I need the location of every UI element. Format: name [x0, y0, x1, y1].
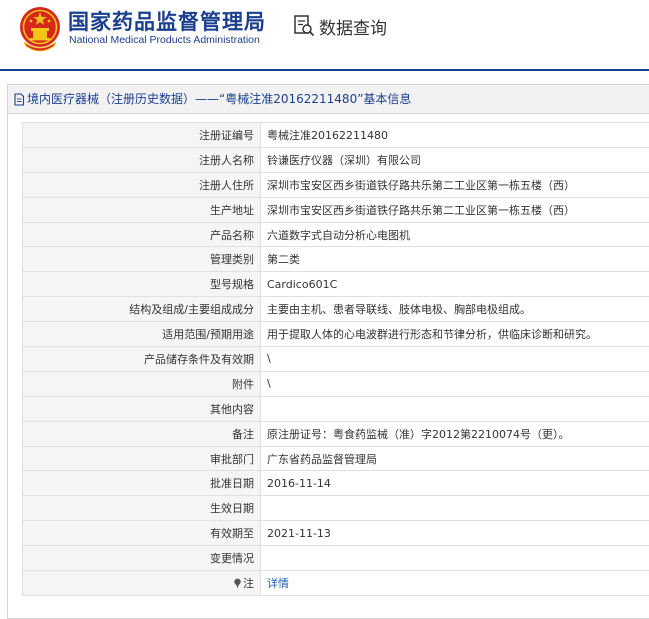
table-row: 附件 \: [22, 370, 649, 397]
table-row: 变更情况: [22, 545, 649, 572]
table-row: 注册人住所 深圳市宝安区西乡街道铁仔路共乐第二工业区第一栋五楼（西）: [22, 171, 649, 198]
table-row: 生产地址 深圳市宝安区西乡街道铁仔路共乐第二工业区第一栋五楼（西）: [22, 196, 649, 223]
table-row: 其他内容: [22, 395, 649, 422]
row-label: 生效日期: [22, 495, 261, 522]
row-value: \: [260, 346, 649, 372]
detail-panel: 境内医疗器械（注册历史数据）——“粤械注准20162211480”基本信息 注册…: [7, 84, 649, 619]
row-label: 备注: [22, 420, 261, 447]
table-row: 生效日期: [22, 495, 649, 522]
org-name: 国家药品监督管理局: [68, 10, 266, 34]
panel-title: 境内医疗器械（注册历史数据）——“粤械注准20162211480”基本信息: [27, 92, 412, 106]
note-value-cell: 详情: [260, 570, 649, 596]
row-value: 深圳市宝安区西乡街道铁仔路共乐第二工业区第一栋五楼（西）: [260, 171, 649, 198]
row-value: 2016-11-14: [260, 470, 649, 497]
table-row: 注册证编号 粤械注准20162211480: [22, 122, 649, 148]
national-emblem-icon: [20, 7, 60, 52]
row-label: 注册证编号: [22, 122, 261, 148]
row-value: 广东省药品监督管理局: [260, 445, 649, 472]
row-label: 审批部门: [22, 445, 261, 472]
row-label: 管理类别: [22, 246, 261, 273]
note-row: 注 详情: [22, 570, 649, 596]
row-value: 原注册证号：粤食药监械（准）字2012第2210074号（更）。: [260, 420, 649, 447]
panel-title-bar: 境内医疗器械（注册历史数据）——“粤械注准20162211480”基本信息: [8, 85, 649, 114]
row-value: 六道数字式自动分析心电图机: [260, 221, 649, 248]
row-label: 有效期至: [22, 520, 261, 547]
table-row: 批准日期 2016-11-14: [22, 470, 649, 497]
row-label: 结构及组成/主要组成成分: [22, 296, 261, 323]
row-label: 变更情况: [22, 545, 261, 572]
row-label: 产品储存条件及有效期: [22, 346, 261, 372]
note-label-cell: 注: [22, 570, 261, 596]
pin-icon: [234, 578, 241, 589]
row-label: 批准日期: [22, 470, 261, 497]
site-header: 国家药品监督管理局 National Medical Products Admi…: [0, 0, 649, 71]
data-query-label: 数据查询: [319, 18, 387, 39]
row-label: 附件: [22, 370, 261, 397]
row-label: 注册人住所: [22, 171, 261, 198]
row-value: [260, 545, 649, 572]
data-query-link[interactable]: 数据查询: [293, 13, 387, 39]
table-row: 适用范围/预期用途 用于提取人体的心电波群进行形态和节律分析，供临床诊断和研究。: [22, 321, 649, 348]
row-label: 生产地址: [22, 196, 261, 223]
table-row: 有效期至 2021-11-13: [22, 520, 649, 547]
row-value: [260, 495, 649, 522]
note-label: 注: [243, 576, 254, 590]
table-row: 注册人名称 铃谦医疗仪器（深圳）有限公司: [22, 146, 649, 173]
row-label: 适用范围/预期用途: [22, 321, 261, 348]
row-label: 其他内容: [22, 395, 261, 422]
row-label: 型号规格: [22, 271, 261, 298]
document-search-icon: [294, 15, 315, 37]
row-value: 粤械注准20162211480: [260, 122, 649, 148]
row-value: 主要由主机、患者导联线、肢体电极、胸部电极组成。: [260, 296, 649, 323]
table-row: 产品名称 六道数字式自动分析心电图机: [22, 221, 649, 248]
row-value: 铃谦医疗仪器（深圳）有限公司: [260, 146, 649, 173]
table-row: 产品储存条件及有效期 \: [22, 346, 649, 372]
row-value: [260, 395, 649, 422]
device-info-table: 注册证编号 粤械注准20162211480 注册人名称 铃谦医疗仪器（深圳）有限公司…: [22, 122, 649, 596]
table-row: 审批部门 广东省药品监督管理局: [22, 445, 649, 472]
row-label: 注册人名称: [22, 146, 261, 173]
table-row: 型号规格 Cardico601C: [22, 271, 649, 298]
row-value: 用于提取人体的心电波群进行形态和节律分析，供临床诊断和研究。: [260, 321, 649, 348]
org-name-en: National Medical Products Administration: [69, 34, 260, 46]
row-value: \: [260, 370, 649, 397]
document-icon: [14, 92, 25, 106]
row-value: 深圳市宝安区西乡街道铁仔路共乐第二工业区第一栋五楼（西）: [260, 196, 649, 223]
row-value: 2021-11-13: [260, 520, 649, 547]
row-value: Cardico601C: [260, 271, 649, 298]
details-link[interactable]: 详情: [267, 577, 289, 590]
header-divider: [0, 69, 649, 71]
table-row: 备注 原注册证号：粤食药监械（准）字2012第2210074号（更）。: [22, 420, 649, 447]
table-row: 结构及组成/主要组成成分 主要由主机、患者导联线、肢体电极、胸部电极组成。: [22, 296, 649, 323]
table-row: 管理类别 第二类: [22, 246, 649, 273]
row-label: 产品名称: [22, 221, 261, 248]
row-value: 第二类: [260, 246, 649, 273]
